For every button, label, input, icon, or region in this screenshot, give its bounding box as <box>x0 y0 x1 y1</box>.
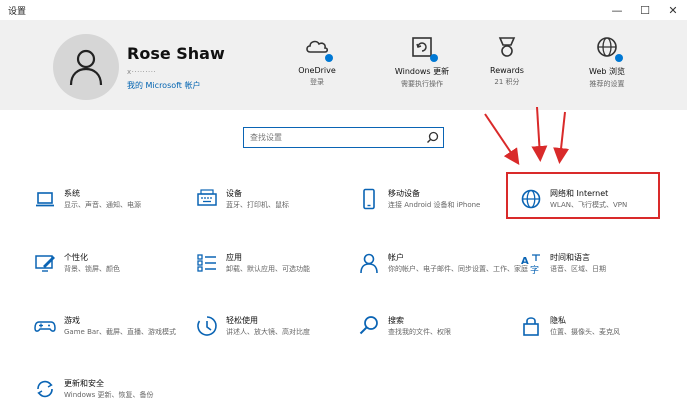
title-bar: 设置 — ☐ ✕ <box>0 0 687 20</box>
search-input[interactable]: 查找设置 <box>243 127 444 148</box>
category-title: 移动设备 <box>388 189 420 198</box>
category-gaming[interactable]: 游戏 Game Bar、截屏、直播、游戏模式 <box>34 313 184 353</box>
category-desc: 语音、区域、日期 <box>550 265 606 273</box>
annotation-arrow <box>553 111 570 164</box>
keyboard-icon <box>196 188 218 210</box>
close-button[interactable]: ✕ <box>659 0 687 20</box>
accessibility-icon <box>196 315 218 337</box>
category-search[interactable]: 搜索 查找我的文件、权限 <box>358 313 508 353</box>
phone-icon <box>358 188 380 210</box>
annotation-highlight-box <box>506 172 660 219</box>
category-title: 轻松使用 <box>226 316 258 325</box>
header-sublabel: 需要执行操作 <box>401 80 443 88</box>
category-desc: 查找我的文件、权限 <box>388 328 451 336</box>
header-web-browsing[interactable]: Web 浏览 推荐的设置 <box>562 34 652 98</box>
category-accounts[interactable]: 帐户 你的帐户、电子邮件、同步设置、工作、家庭 <box>358 250 528 290</box>
user-name: Rose Shaw <box>127 44 225 63</box>
category-update-security[interactable]: 更新和安全 Windows 更新、恢复、备份 <box>34 376 184 400</box>
category-desc: 讲述人、放大镜、高对比度 <box>226 328 310 336</box>
category-title: 个性化 <box>64 253 88 262</box>
personalization-icon <box>34 252 56 274</box>
category-apps[interactable]: 应用 卸载、默认应用、可选功能 <box>196 250 346 290</box>
category-title: 系统 <box>64 189 80 198</box>
category-phone[interactable]: 移动设备 连接 Android 设备和 iPhone <box>358 186 508 226</box>
search-placeholder: 查找设置 <box>250 133 282 142</box>
annotation-arrow <box>531 106 548 162</box>
onedrive-icon <box>304 34 333 62</box>
notification-dot <box>615 54 623 62</box>
update-security-icon <box>34 378 56 400</box>
microsoft-account-link[interactable]: 我的 Microsoft 帐户 <box>127 80 201 91</box>
apps-icon <box>196 252 218 274</box>
gamepad-icon <box>34 315 56 337</box>
category-title: 游戏 <box>64 316 80 325</box>
header-label: OneDrive <box>298 66 336 75</box>
maximize-button[interactable]: ☐ <box>631 0 659 20</box>
category-desc: 蓝牙、打印机、鼠标 <box>226 201 289 209</box>
category-desc: 位置、摄像头、麦克风 <box>550 328 620 336</box>
notification-dot <box>430 54 438 62</box>
category-title: 隐私 <box>550 316 566 325</box>
time-language-icon: A字 <box>520 252 542 276</box>
header-sublabel: 登录 <box>310 78 324 86</box>
header-rewards[interactable]: Rewards 21 积分 <box>462 34 552 98</box>
laptop-icon <box>34 188 56 210</box>
windows-update-icon <box>409 34 438 62</box>
category-desc: 卸载、默认应用、可选功能 <box>226 265 310 273</box>
category-system[interactable]: 系统 显示、声音、通知、电源 <box>34 186 184 226</box>
account-header: Rose Shaw x········· 我的 Microsoft 帐户 One… <box>0 20 687 110</box>
category-personalization[interactable]: 个性化 背景、锁屏、颜色 <box>34 250 184 290</box>
category-title: 应用 <box>226 253 242 262</box>
category-desc: 连接 Android 设备和 iPhone <box>388 201 481 209</box>
category-desc: 背景、锁屏、颜色 <box>64 265 120 273</box>
svg-text:字: 字 <box>530 264 539 274</box>
settings-window: 设置 — ☐ ✕ Rose Shaw x········· 我的 Microso… <box>0 0 687 400</box>
search-icon <box>358 315 380 337</box>
category-devices[interactable]: 设备 蓝牙、打印机、鼠标 <box>196 186 346 226</box>
person-icon <box>358 252 380 274</box>
search-icon <box>427 131 439 143</box>
category-time-language[interactable]: A字 时间和语言 语音、区域、日期 <box>520 250 670 290</box>
category-desc: 你的帐户、电子邮件、同步设置、工作、家庭 <box>388 265 528 273</box>
lock-icon <box>520 315 542 337</box>
category-desc: Windows 更新、恢复、备份 <box>64 391 154 399</box>
header-label: Rewards <box>490 66 524 75</box>
minimize-button[interactable]: — <box>603 0 631 20</box>
category-title: 设备 <box>226 189 242 198</box>
window-title: 设置 <box>8 7 27 17</box>
category-ease-of-access[interactable]: 轻松使用 讲述人、放大镜、高对比度 <box>196 313 346 353</box>
category-title: 搜索 <box>388 316 404 325</box>
category-desc: Game Bar、截屏、直播、游戏模式 <box>64 328 177 336</box>
header-sublabel: 21 积分 <box>494 78 520 86</box>
notification-dot <box>325 54 333 62</box>
header-onedrive[interactable]: OneDrive 登录 <box>272 34 362 98</box>
web-browsing-icon <box>594 34 623 62</box>
annotation-arrow <box>484 113 520 165</box>
category-title: 帐户 <box>388 253 404 262</box>
header-label: Windows 更新 <box>394 67 450 76</box>
category-privacy[interactable]: 隐私 位置、摄像头、麦克风 <box>520 313 670 353</box>
header-windows-update[interactable]: Windows 更新 需要执行操作 <box>377 34 467 98</box>
category-title: 时间和语言 <box>550 253 590 262</box>
svg-text:A: A <box>521 256 529 267</box>
avatar[interactable] <box>53 34 119 100</box>
header-label: Web 浏览 <box>589 67 625 76</box>
category-desc: 显示、声音、通知、电源 <box>64 201 141 209</box>
rewards-icon <box>494 34 520 60</box>
user-email: x········· <box>127 68 157 76</box>
header-sublabel: 推荐的设置 <box>589 80 625 88</box>
category-title: 更新和安全 <box>64 379 104 388</box>
user-silhouette-icon <box>69 49 103 86</box>
